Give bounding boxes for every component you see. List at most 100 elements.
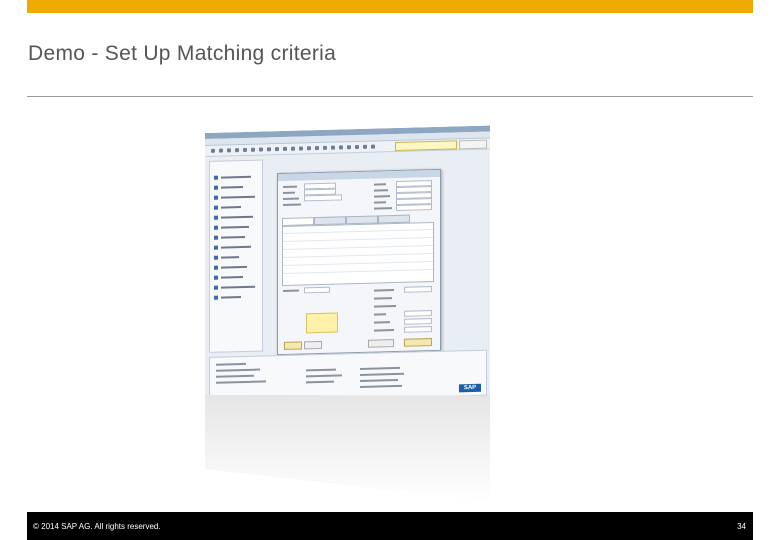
screenshot-reflection (205, 392, 490, 502)
menu-item (214, 205, 258, 211)
menu-item (214, 175, 258, 181)
toolbar-icon (243, 148, 247, 152)
app-main-menu (209, 159, 263, 352)
panel-line (216, 369, 260, 372)
field-label (283, 198, 299, 200)
toolbar-icon (299, 146, 303, 150)
module-icon (214, 206, 218, 210)
form-field (404, 318, 432, 325)
toolbar-icon (267, 147, 271, 151)
grid-row (283, 245, 433, 250)
grid-row (283, 253, 433, 258)
field-label (283, 203, 301, 205)
form-window (277, 169, 441, 355)
menu-item (214, 185, 258, 191)
toolbar-icon (307, 146, 311, 150)
toolbar-icon (355, 145, 359, 149)
field-label (374, 297, 392, 299)
page-number: 34 (737, 522, 746, 531)
menu-item (214, 255, 258, 261)
module-icon (214, 226, 218, 230)
slide-footer: © 2014 SAP AG. All rights reserved. 34 (27, 512, 753, 540)
field-label (374, 305, 396, 308)
field-label (374, 201, 386, 203)
field-label (283, 290, 299, 292)
field-label (374, 321, 390, 323)
app-screenshot-image: SAP (205, 126, 490, 403)
menu-item (214, 285, 258, 291)
menu-item (214, 215, 258, 221)
copyright-text: © 2014 SAP AG. All rights reserved. (33, 522, 161, 531)
app-search-field (395, 140, 457, 151)
field-label (374, 313, 386, 315)
field-label (374, 195, 390, 197)
cancel-button-graphic (304, 341, 322, 349)
module-icon (214, 176, 218, 180)
toolbar-icon (315, 146, 319, 150)
toolbar-icon (291, 147, 295, 151)
menu-item (214, 295, 258, 301)
form-field (404, 286, 432, 293)
form-field (304, 194, 342, 201)
field-label (374, 207, 392, 209)
panel-line (360, 379, 398, 382)
toolbar-icon (219, 149, 223, 153)
form-field (396, 204, 432, 211)
grid-row (283, 269, 433, 274)
form-field (304, 287, 330, 294)
toolbar-icon (227, 148, 231, 152)
panel-line (306, 374, 342, 377)
panel-line (216, 375, 254, 378)
app-search-button (459, 140, 487, 150)
form-window-title-bar (278, 170, 440, 181)
remarks-field (306, 313, 338, 334)
menu-item (214, 235, 258, 241)
toolbar-icon (331, 146, 335, 150)
screenshot-area: SAP (0, 0, 780, 512)
field-label (374, 289, 394, 292)
panel-line (216, 363, 246, 366)
module-icon (214, 276, 218, 280)
menu-item (214, 245, 258, 251)
toolbar-icon (347, 145, 351, 149)
module-icon (214, 236, 218, 240)
panel-line (216, 380, 266, 383)
module-icon (214, 256, 218, 260)
module-icon (214, 246, 218, 250)
panel-line (360, 367, 400, 370)
grid-row (283, 261, 433, 266)
toolbar-icon (363, 145, 367, 149)
grid-row (283, 237, 433, 242)
field-label (374, 183, 386, 185)
module-icon (214, 216, 218, 220)
items-grid (282, 222, 434, 286)
toolbar-icon (339, 145, 343, 149)
copy-from-button-graphic (368, 339, 394, 348)
sap-logo: SAP (459, 384, 481, 393)
panel-line (360, 373, 404, 376)
module-icon (214, 266, 218, 270)
toolbar-icon (323, 146, 327, 150)
module-icon (214, 296, 218, 300)
toolbar-icon (259, 147, 263, 151)
menu-item (214, 265, 258, 271)
menu-item (214, 225, 258, 231)
form-field (404, 326, 432, 333)
panel-line (306, 381, 334, 384)
module-icon (214, 186, 218, 190)
menu-item (214, 275, 258, 281)
toolbar-icon (211, 149, 215, 153)
field-label (374, 329, 394, 332)
field-label (374, 189, 388, 191)
toolbar-icon (235, 148, 239, 152)
copy-to-button-graphic (404, 338, 432, 347)
ok-button-graphic (284, 341, 302, 349)
field-label (283, 192, 295, 194)
toolbar-icon (371, 145, 375, 149)
field-label (283, 186, 297, 188)
grid-row (283, 229, 433, 234)
panel-line (306, 369, 336, 372)
form-field (404, 310, 432, 317)
toolbar-icon (251, 148, 255, 152)
toolbar-icon (283, 147, 287, 151)
